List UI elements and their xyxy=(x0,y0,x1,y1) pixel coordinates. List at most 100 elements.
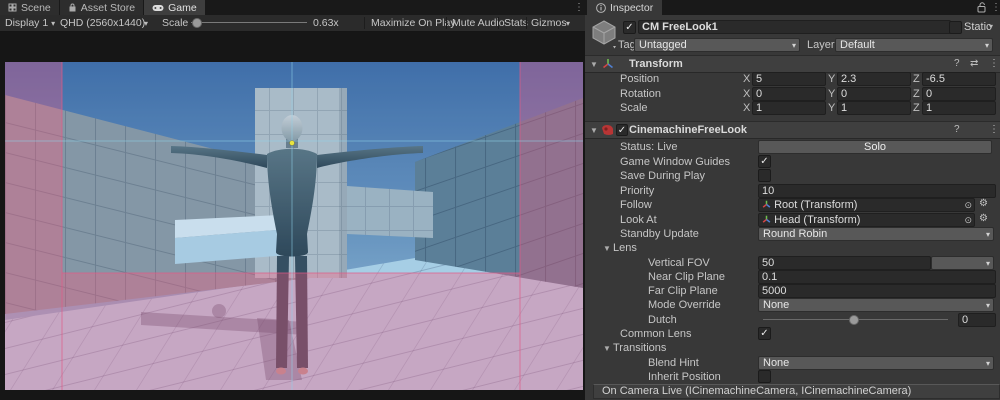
near-clip-field[interactable]: 0.1 xyxy=(758,270,996,284)
tab-inspector[interactable]: Inspector xyxy=(587,0,662,15)
axis-x-label: X xyxy=(743,88,750,100)
transitions-foldout-icon[interactable]: ▼ xyxy=(603,344,611,353)
scale-x-field[interactable]: 1 xyxy=(752,101,826,115)
axis-x-label: X xyxy=(743,102,750,114)
lens-label: Lens xyxy=(613,242,637,254)
position-z-field[interactable]: -6.5 xyxy=(922,72,996,86)
gameobject-name-field[interactable]: CM FreeLook1 xyxy=(638,20,951,34)
chevron-down-icon: ▾ xyxy=(51,19,55,28)
info-icon xyxy=(596,3,606,13)
far-clip-field[interactable]: 5000 xyxy=(758,284,996,298)
scale-y-field[interactable]: 1 xyxy=(837,101,911,115)
transform-icon xyxy=(762,200,771,209)
position-x-field[interactable]: 5 xyxy=(752,72,826,86)
static-chevron-icon[interactable]: ▾ xyxy=(989,22,993,31)
gear-icon[interactable]: ⚙ xyxy=(979,198,988,209)
common-lens-checkbox[interactable]: ✓ xyxy=(758,327,771,340)
solo-button[interactable]: Solo xyxy=(758,140,992,154)
near-clip-label: Near Clip Plane xyxy=(648,271,725,283)
display-dropdown[interactable]: Display 1 ▾ xyxy=(5,17,55,29)
chevron-down-icon: ▾ xyxy=(985,40,989,52)
mode-override-dropdown[interactable]: None ▾ xyxy=(758,298,994,312)
gear-icon[interactable]: ⚙ xyxy=(979,213,988,224)
asset-store-bag-icon xyxy=(68,3,77,13)
hard-zone-right-overlay[interactable] xyxy=(520,62,583,390)
cinemachine-title: CinemachineFreeLook xyxy=(629,124,747,136)
soft-zone-overlay xyxy=(62,62,520,273)
scale-slider-handle[interactable] xyxy=(192,18,202,28)
lens-foldout-icon[interactable]: ▼ xyxy=(603,244,611,253)
rotation-y-field[interactable]: 0 xyxy=(837,87,911,101)
on-camera-live-event-header[interactable]: On Camera Live (ICinemachineCamera, ICin… xyxy=(593,384,1000,399)
hard-zone-bottom-overlay[interactable] xyxy=(62,273,520,390)
status-label: Status: Live xyxy=(620,141,677,153)
kebab-menu-icon[interactable]: ⋮ xyxy=(989,58,999,69)
dutch-value-field[interactable]: 0 xyxy=(958,313,996,327)
scale-slider-track[interactable] xyxy=(191,22,307,23)
gameobject-cube-icon[interactable] xyxy=(591,19,619,49)
blend-hint-label: Blend Hint xyxy=(648,357,699,369)
game-window-guides-label: Game Window Guides xyxy=(620,156,730,168)
scene-grid-icon xyxy=(8,3,17,12)
transform-title: Transform xyxy=(629,58,683,70)
tab-scene[interactable]: Scene xyxy=(0,0,60,15)
axis-z-label: Z xyxy=(913,73,920,85)
far-clip-label: Far Clip Plane xyxy=(648,285,718,297)
priority-field[interactable]: 10 xyxy=(758,184,996,198)
cinemachine-enabled-checkbox[interactable]: ✓ xyxy=(616,124,628,136)
object-picker-icon[interactable]: ⊙ xyxy=(964,199,972,211)
tab-asset-store[interactable]: Asset Store xyxy=(60,0,144,15)
blend-hint-dropdown[interactable]: None ▾ xyxy=(758,356,994,370)
standby-update-dropdown[interactable]: Round Robin ▾ xyxy=(758,227,994,241)
layer-dropdown[interactable]: Default ▾ xyxy=(835,38,993,52)
game-viewport[interactable] xyxy=(5,62,583,390)
object-picker-icon[interactable]: ⊙ xyxy=(964,214,972,226)
tag-dropdown[interactable]: Untagged ▾ xyxy=(634,38,800,52)
position-y-field[interactable]: 2.3 xyxy=(837,72,911,86)
static-checkbox[interactable] xyxy=(949,21,962,34)
inherit-position-checkbox[interactable] xyxy=(758,370,771,383)
cinemachine-header[interactable]: ▼ ✓ CinemachineFreeLook ? ⋮ xyxy=(585,121,1000,139)
tab-scene-label: Scene xyxy=(21,2,51,14)
look-at-label: Look At xyxy=(620,214,657,226)
look-at-object-field[interactable]: Head (Transform) ⊙ xyxy=(758,213,975,227)
vertical-fov-field[interactable]: 50 xyxy=(758,256,931,270)
gameobject-active-checkbox[interactable]: ✓ xyxy=(623,21,636,34)
transform-header[interactable]: ▼ Transform ? ⇄ ⋮ xyxy=(585,55,1000,73)
axis-z-label: Z xyxy=(913,102,920,114)
rotation-x-field[interactable]: 0 xyxy=(752,87,826,101)
chevron-down-icon: ▾ xyxy=(986,358,990,370)
common-lens-label: Common Lens xyxy=(620,328,692,340)
help-icon[interactable]: ? xyxy=(954,58,960,69)
chevron-down-icon: ▾ xyxy=(792,40,796,52)
fov-preset-dropdown[interactable]: ▾ xyxy=(931,256,994,270)
inherit-position-label: Inherit Position xyxy=(648,371,721,383)
game-panel-menu-icon[interactable]: ⋮ xyxy=(574,0,584,15)
gizmos-dropdown[interactable]: Gizmos xyxy=(531,17,567,29)
standby-update-label: Standby Update xyxy=(620,228,699,240)
presets-icon[interactable]: ⇄ xyxy=(970,58,978,69)
lock-icon[interactable] xyxy=(977,2,987,13)
chevron-down-icon: ▾ xyxy=(986,258,990,270)
scale-z-field[interactable]: 1 xyxy=(922,101,996,115)
gamepad-icon xyxy=(152,4,164,12)
inspector-menu-icon[interactable]: ⋮ xyxy=(991,0,1000,15)
rotation-z-field[interactable]: 0 xyxy=(922,87,996,101)
follow-object-field[interactable]: Root (Transform) ⊙ xyxy=(758,198,975,212)
help-icon[interactable]: ? xyxy=(954,124,960,135)
maximize-on-play-button[interactable]: Maximize On Play xyxy=(371,17,456,29)
stats-button[interactable]: Stats xyxy=(504,17,528,29)
dutch-label: Dutch xyxy=(648,314,677,326)
game-window-guides-checkbox[interactable]: ✓ xyxy=(758,155,771,168)
tab-game[interactable]: Game xyxy=(144,0,206,15)
gizmos-chevron-icon[interactable]: ▾ xyxy=(566,17,570,29)
dutch-slider-handle[interactable] xyxy=(849,315,859,325)
foldout-icon[interactable]: ▼ xyxy=(590,60,598,69)
mute-audio-button[interactable]: Mute Audio xyxy=(452,17,505,29)
axis-y-label: Y xyxy=(828,73,835,85)
kebab-menu-icon[interactable]: ⋮ xyxy=(989,124,999,135)
hard-zone-left-overlay[interactable] xyxy=(5,62,62,390)
foldout-icon[interactable]: ▼ xyxy=(590,126,598,135)
resolution-dropdown[interactable]: QHD (2560x1440) xyxy=(60,17,145,29)
save-during-play-checkbox[interactable] xyxy=(758,169,771,182)
